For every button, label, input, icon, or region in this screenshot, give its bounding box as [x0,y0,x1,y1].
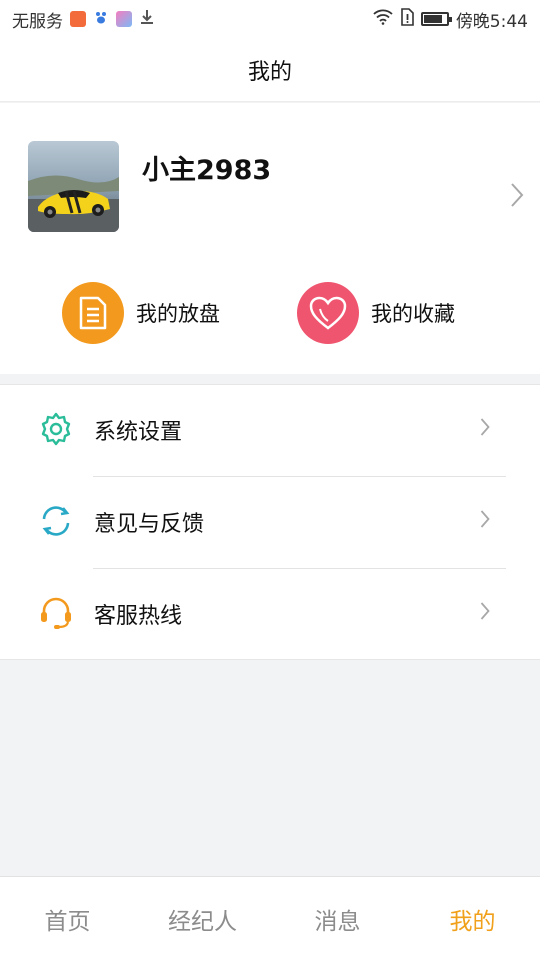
my-listings-button[interactable]: 我的放盘 [62,281,220,345]
my-favorites-button[interactable]: 我的收藏 [297,281,455,345]
chevron-right-icon [480,601,490,625]
menu-item-system-settings[interactable]: 系统设置 [0,385,540,477]
tab-messages[interactable]: 消息 [270,877,405,960]
avatar[interactable] [28,141,119,232]
tab-home[interactable]: 首页 [0,877,135,960]
menu-item-customer-hotline[interactable]: 客服热线 [0,569,540,661]
status-bar: 无服务 傍晚5:44 [0,0,540,38]
username[interactable]: 小主2983 [142,148,271,187]
status-right: 傍晚5:44 [373,7,528,32]
clock: 傍晚5:44 [455,11,528,32]
heart-icon [297,282,359,344]
chevron-right-icon [480,509,490,533]
headset-icon [38,595,74,631]
bottom-tab-bar: 首页 经纪人 消息 我的 [0,876,540,960]
download-icon [139,9,155,30]
menu-item-feedback[interactable]: 意见与反馈 [0,477,540,569]
menu-item-label: 客服热线 [94,604,183,629]
menu-item-label: 意见与反馈 [94,512,205,537]
wifi-icon [373,9,393,30]
battery-level [423,15,442,23]
page-title: 我的 [247,59,292,85]
my-favorites-label: 我的收藏 [371,302,455,326]
title-bar: 我的 [0,38,540,102]
battery-icon [420,12,452,26]
store-app-icon [116,11,132,27]
settings-menu: 系统设置 意见与反馈 客服热线 [0,384,540,660]
refresh-icon [38,503,74,539]
my-listings-label: 我的放盘 [136,302,220,326]
tab-agents[interactable]: 经纪人 [135,877,270,960]
status-left: 无服务 [12,7,155,32]
menu-item-label: 系统设置 [94,420,183,445]
sports-car-avatar-image [28,141,119,232]
profile-card: 小主2983 我的放盘 我的收藏 [0,103,540,374]
document-icon [62,282,124,344]
chevron-right-icon[interactable] [510,182,524,212]
carrier-text: 无服务 [12,11,63,32]
sim-alert-icon [400,7,414,31]
tab-mine[interactable]: 我的 [405,877,540,960]
gear-icon [38,411,74,447]
chevron-right-icon [480,417,490,441]
baidu-app-icon [93,9,109,30]
video-app-icon [70,11,86,27]
